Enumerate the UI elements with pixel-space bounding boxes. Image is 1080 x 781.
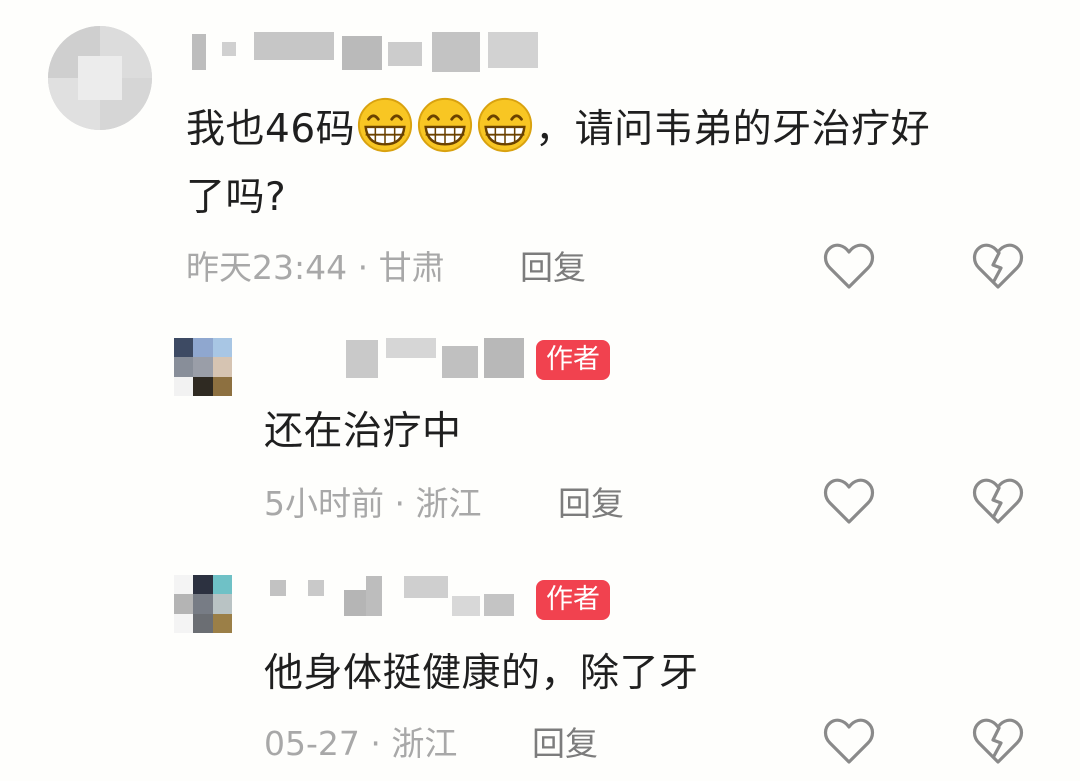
comment-text: 我也46码 ，请问韦弟的牙治疗好 <box>186 96 1036 158</box>
comment-location: 甘肃 <box>378 248 445 287</box>
grinning-emoji-icon <box>476 96 534 154</box>
meta-separator: · <box>370 724 381 763</box>
username-redacted[interactable] <box>192 32 542 72</box>
dislike-button[interactable] <box>972 243 1024 291</box>
comment-location: 浙江 <box>391 724 458 763</box>
like-button[interactable] <box>823 478 875 526</box>
grinning-emoji-icon <box>416 96 474 154</box>
avatar[interactable] <box>48 26 152 130</box>
author-badge: 作者 <box>536 580 610 620</box>
reply-button[interactable]: 回复 <box>532 724 598 764</box>
author-badge: 作者 <box>536 340 610 380</box>
broken-heart-icon <box>972 718 1024 764</box>
comment-time: 5小时前 <box>264 484 384 523</box>
meta-separator: · <box>357 248 369 287</box>
comment-time: 05-27 <box>264 724 360 763</box>
avatar[interactable] <box>174 338 232 396</box>
username-redacted[interactable] <box>346 338 526 378</box>
comment-meta: 昨天23:44 · 甘肃 <box>186 248 445 288</box>
reply-button[interactable]: 回复 <box>520 248 586 288</box>
heart-outline-icon <box>823 243 875 289</box>
broken-heart-icon <box>972 243 1024 289</box>
comment-text: 还在治疗中 <box>264 409 462 454</box>
avatar[interactable] <box>174 575 232 633</box>
comment-meta: 05-27 · 浙江 <box>264 724 457 764</box>
reply-button[interactable]: 回复 <box>558 484 624 524</box>
dislike-button[interactable] <box>972 478 1024 526</box>
like-button[interactable] <box>823 243 875 291</box>
meta-separator: · <box>394 484 406 523</box>
username-redacted[interactable] <box>270 576 526 616</box>
dislike-button[interactable] <box>972 718 1024 766</box>
grinning-emoji-icon <box>356 96 414 154</box>
comment-text: 他身体挺健康的，除了牙 <box>264 651 699 696</box>
heart-outline-icon <box>823 478 875 524</box>
broken-heart-icon <box>972 478 1024 524</box>
comment-time: 昨天23:44 <box>186 248 348 287</box>
heart-outline-icon <box>823 718 875 764</box>
comment-meta: 5小时前 · 浙江 <box>264 484 482 524</box>
comment-location: 浙江 <box>415 484 482 523</box>
comment-text-line2: 了吗? <box>186 175 287 220</box>
like-button[interactable] <box>823 718 875 766</box>
